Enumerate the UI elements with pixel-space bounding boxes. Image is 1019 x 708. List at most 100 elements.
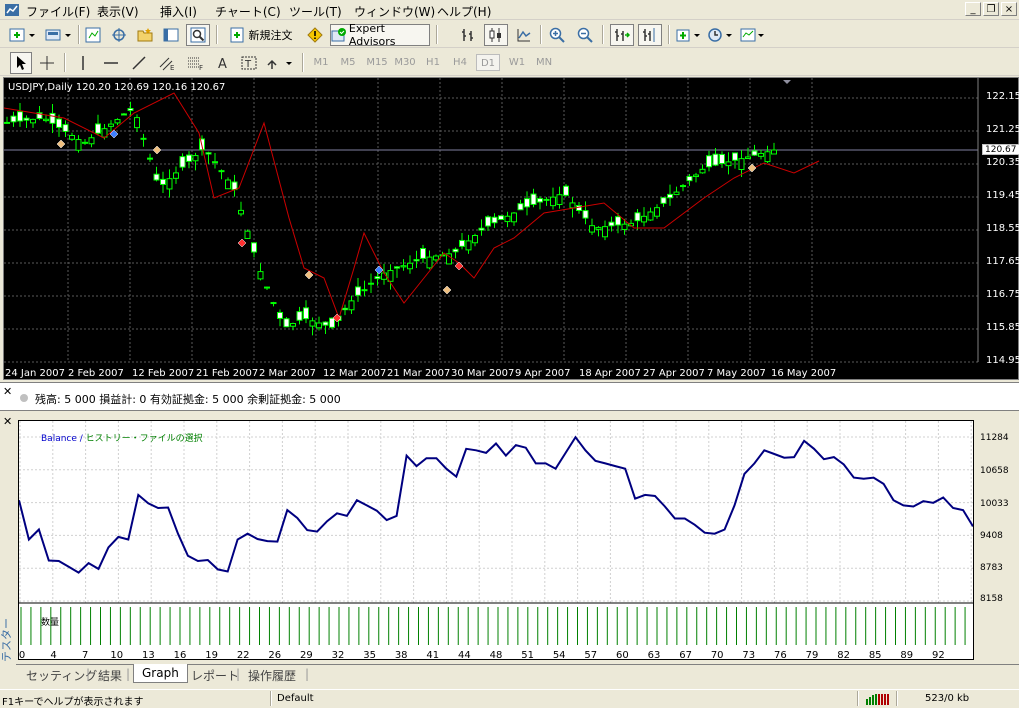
candle-body bbox=[738, 158, 745, 171]
candle-body bbox=[121, 113, 127, 116]
menu-help[interactable]: ヘルプ(H) bbox=[437, 3, 491, 20]
horizontal-line-icon bbox=[104, 62, 118, 64]
market-watch-button[interactable] bbox=[82, 24, 104, 46]
date-label: 27 Apr 2007 bbox=[643, 368, 705, 379]
tab-divider: | bbox=[126, 667, 131, 681]
profiles-icon bbox=[45, 29, 71, 41]
zoom-in-icon bbox=[549, 27, 565, 43]
candle-body bbox=[322, 321, 329, 326]
tab-journal[interactable]: 操作履歴 bbox=[248, 667, 296, 684]
candle-body bbox=[56, 118, 62, 128]
candle-body bbox=[231, 181, 238, 191]
candle-body bbox=[530, 193, 537, 205]
price-chart[interactable]: USDJPY,Daily 120.20 120.69 120.16 120.67… bbox=[3, 77, 1019, 380]
timeframe-d1[interactable]: D1 bbox=[476, 54, 500, 71]
candlestick-button[interactable] bbox=[484, 24, 508, 46]
date-label: 16 May 2007 bbox=[771, 368, 837, 379]
chart-shift-icon bbox=[643, 28, 655, 42]
candle-body bbox=[745, 156, 751, 159]
menu-file[interactable]: ファイル(F) bbox=[26, 3, 90, 20]
menu-tools[interactable]: ツール(T) bbox=[289, 3, 342, 20]
tab-graph[interactable]: Graph bbox=[133, 664, 188, 683]
timeframe-h4[interactable]: H4 bbox=[448, 54, 472, 71]
metaeditor-button[interactable] bbox=[304, 24, 326, 46]
close-icon[interactable]: ✕ bbox=[3, 385, 12, 398]
trade-index-label: 70 bbox=[710, 650, 724, 661]
trade-index-label: 10 bbox=[110, 650, 124, 661]
expert-advisors-button[interactable]: Expert Advisors bbox=[330, 22, 430, 48]
legend-history[interactable]: ヒストリー・ファイルの選択 bbox=[86, 434, 203, 444]
data-window-button[interactable] bbox=[108, 24, 130, 46]
timeframe-m5[interactable]: M5 bbox=[336, 54, 360, 71]
candle-body bbox=[88, 137, 95, 145]
menu-window[interactable]: ウィンドウ(W) bbox=[354, 3, 435, 20]
trade-index-label: 38 bbox=[394, 650, 408, 661]
menu-insert[interactable]: 挿入(I) bbox=[160, 3, 197, 20]
new-chart-button[interactable] bbox=[6, 24, 38, 46]
tab-results[interactable]: 結果 bbox=[98, 667, 122, 684]
candle-body bbox=[153, 173, 160, 181]
terminal-button[interactable] bbox=[160, 24, 182, 46]
periods-button[interactable] bbox=[706, 24, 736, 46]
text-button[interactable]: A bbox=[212, 52, 234, 74]
timeframe-m30[interactable]: M30 bbox=[392, 54, 418, 71]
price-label: 122.15 bbox=[986, 91, 1019, 102]
timeframe-h1[interactable]: H1 bbox=[421, 54, 445, 71]
strategy-tester-panel: ✕ テスター Balance / ヒストリー・ファイルの選択 数量 11284 … bbox=[0, 412, 1019, 685]
candle-body bbox=[660, 197, 667, 204]
trendline-button[interactable] bbox=[128, 52, 150, 74]
balance-axis-label: 10033 bbox=[980, 499, 1009, 509]
zoom-in-button[interactable] bbox=[546, 24, 568, 46]
timeframe-m15[interactable]: M15 bbox=[364, 54, 390, 71]
candle-body bbox=[719, 153, 725, 164]
zoom-out-button[interactable] bbox=[574, 24, 596, 46]
candle-body bbox=[309, 320, 316, 327]
close-button[interactable]: × bbox=[1001, 2, 1017, 16]
horizontal-line-button[interactable] bbox=[100, 52, 122, 74]
auto-scroll-button[interactable] bbox=[610, 24, 634, 46]
restore-button[interactable]: ❐ bbox=[983, 2, 999, 16]
new-order-button[interactable]: 新規注文 bbox=[222, 24, 300, 46]
vertical-line-button[interactable] bbox=[72, 52, 94, 74]
templates-button[interactable] bbox=[738, 24, 768, 46]
trade-index-label: 51 bbox=[521, 650, 534, 661]
arrows-icon bbox=[267, 59, 292, 69]
tab-report[interactable]: レポート bbox=[191, 667, 239, 684]
line-chart-button[interactable] bbox=[513, 24, 535, 46]
legend-balance: Balance bbox=[41, 434, 77, 444]
menu-view[interactable]: 表示(V) bbox=[97, 3, 139, 20]
crosshair-button[interactable] bbox=[36, 52, 58, 74]
minimize-button[interactable]: _ bbox=[965, 2, 981, 16]
menu-chart[interactable]: チャート(C) bbox=[215, 3, 281, 20]
chart-shift-button[interactable] bbox=[638, 24, 662, 46]
equidistant-channel-button[interactable]: E bbox=[156, 52, 180, 74]
candle-body bbox=[400, 265, 407, 268]
cursor-button[interactable] bbox=[10, 52, 32, 74]
profiles-button[interactable] bbox=[42, 24, 74, 46]
candle-body bbox=[602, 226, 608, 238]
legend-separator: / bbox=[76, 434, 86, 444]
arrows-button[interactable] bbox=[264, 52, 296, 74]
candle-body bbox=[504, 215, 511, 223]
trade-index-label: 29 bbox=[300, 650, 313, 661]
trade-marker bbox=[152, 145, 162, 155]
bar-chart-button[interactable] bbox=[457, 24, 479, 46]
navigator-button[interactable] bbox=[134, 24, 156, 46]
strategy-tester-button[interactable] bbox=[186, 24, 210, 46]
timeframe-mn[interactable]: MN bbox=[532, 54, 556, 71]
volume-label: 数量 bbox=[41, 618, 60, 628]
trade-index-label: 54 bbox=[552, 650, 566, 661]
candle-body bbox=[673, 191, 680, 196]
timeframe-m1[interactable]: M1 bbox=[309, 54, 333, 71]
indicators-button[interactable] bbox=[674, 24, 704, 46]
vertical-line-icon bbox=[82, 56, 84, 70]
balance-axis-label: 8158 bbox=[980, 594, 1003, 604]
template-icon bbox=[740, 28, 764, 42]
fibonacci-button[interactable]: F bbox=[184, 52, 208, 74]
timeframe-w1[interactable]: W1 bbox=[505, 54, 529, 71]
text-label-button[interactable]: T bbox=[238, 52, 260, 74]
price-label: 114.95 bbox=[986, 355, 1019, 366]
candle-body bbox=[478, 227, 485, 231]
close-icon[interactable]: ✕ bbox=[3, 415, 12, 428]
balance-graph[interactable]: Balance / ヒストリー・ファイルの選択 数量 bbox=[18, 420, 974, 660]
